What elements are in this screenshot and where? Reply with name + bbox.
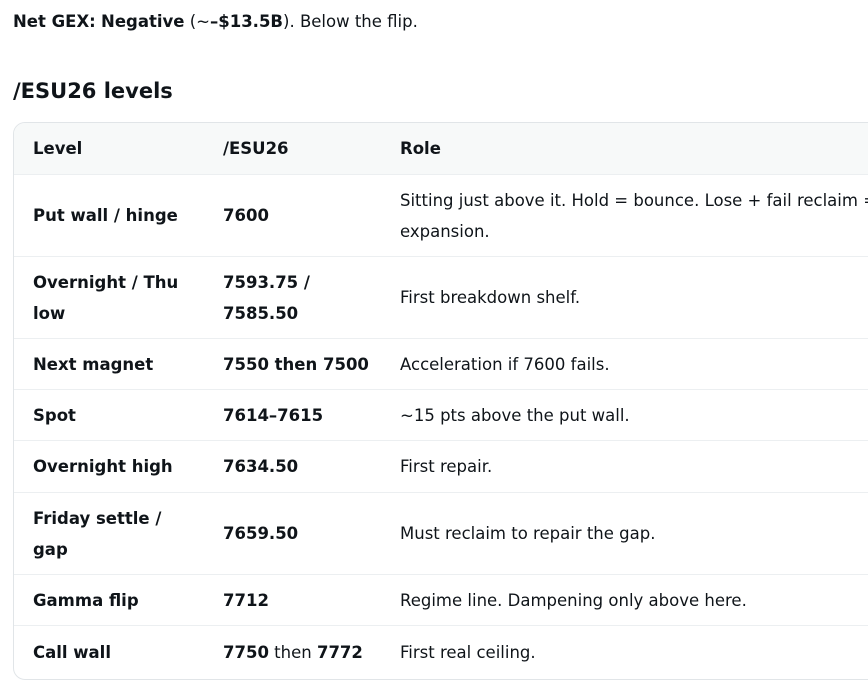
level-cell: Friday settle / gap	[33, 508, 162, 559]
section-title: /ESU26 levels	[13, 79, 173, 103]
level-cell: Gamma flip	[33, 590, 139, 610]
price-cell: 7593.75 / 7585.50	[223, 272, 310, 323]
header-level: Level	[33, 139, 83, 158]
net-gex-label: Net GEX:	[13, 12, 96, 31]
role-cell: Regime line. Dampening only above here.	[400, 590, 747, 610]
table-row: Overnight high 7634.50 First repair.	[14, 441, 868, 493]
role-cell: Must reclaim to repair the gap.	[400, 524, 656, 543]
level-cell: Spot	[33, 405, 76, 425]
levels-table: Level /ESU26 Role Put wall / hinge 7600 …	[13, 122, 868, 680]
table-row: Spot 7614–7615 ~15 pts above the put wal…	[14, 390, 868, 441]
price-connector: then	[268, 643, 317, 662]
role-cell: First repair.	[400, 457, 493, 476]
table-row: Overnight / Thu low 7593.75 / 7585.50 Fi…	[14, 257, 868, 339]
net-gex-open: (~	[184, 12, 210, 31]
net-gex-close: ). Below the flip.	[283, 12, 418, 31]
header-price: /ESU26	[223, 139, 289, 158]
net-gex-amount: –$13.5B	[209, 12, 284, 31]
price-cell: 7600	[223, 206, 269, 225]
role-cell: ~15 pts above the put wall.	[400, 405, 630, 425]
table-row: Friday settle / gap 7659.50 Must reclaim…	[14, 493, 868, 575]
header-role: Role	[400, 139, 441, 158]
price-cell: 7634.50	[223, 457, 299, 476]
price-cell: 7550 then 7500	[223, 354, 369, 374]
net-gex-summary: Net GEX: Negative (~–$13.5B). Below the …	[13, 11, 418, 33]
price-cell: 7750 then 7772	[223, 626, 391, 679]
price-cell: 7659.50	[223, 524, 299, 543]
table-row: Put wall / hinge 7600 Sitting just above…	[14, 175, 868, 257]
level-cell: Call wall	[33, 643, 111, 662]
role-cell: Sitting just above it. Hold = bounce. Lo…	[400, 190, 868, 241]
level-cell: Overnight high	[33, 457, 173, 476]
table-row: Next magnet 7550 then 7500 Acceleration …	[14, 339, 868, 390]
table-row: Call wall 7750 then 7772 First real ceil…	[14, 626, 868, 679]
table-row: Gamma flip 7712 Regime line. Dampening o…	[14, 575, 868, 626]
price-primary: 7750	[223, 643, 269, 662]
table-header-row: Level /ESU26 Role	[14, 123, 868, 175]
level-cell: Put wall / hinge	[33, 206, 178, 225]
price-cell: 7614–7615	[223, 405, 324, 425]
level-cell: Overnight / Thu low	[33, 272, 179, 323]
net-gex-value: Negative	[101, 12, 185, 31]
price-cell: 7712	[223, 590, 269, 610]
role-cell: First real ceiling.	[400, 643, 536, 662]
level-cell: Next magnet	[33, 354, 154, 374]
price-secondary: 7772	[316, 643, 363, 662]
role-cell: Acceleration if 7600 fails.	[400, 354, 610, 374]
role-cell: First breakdown shelf.	[400, 288, 581, 307]
